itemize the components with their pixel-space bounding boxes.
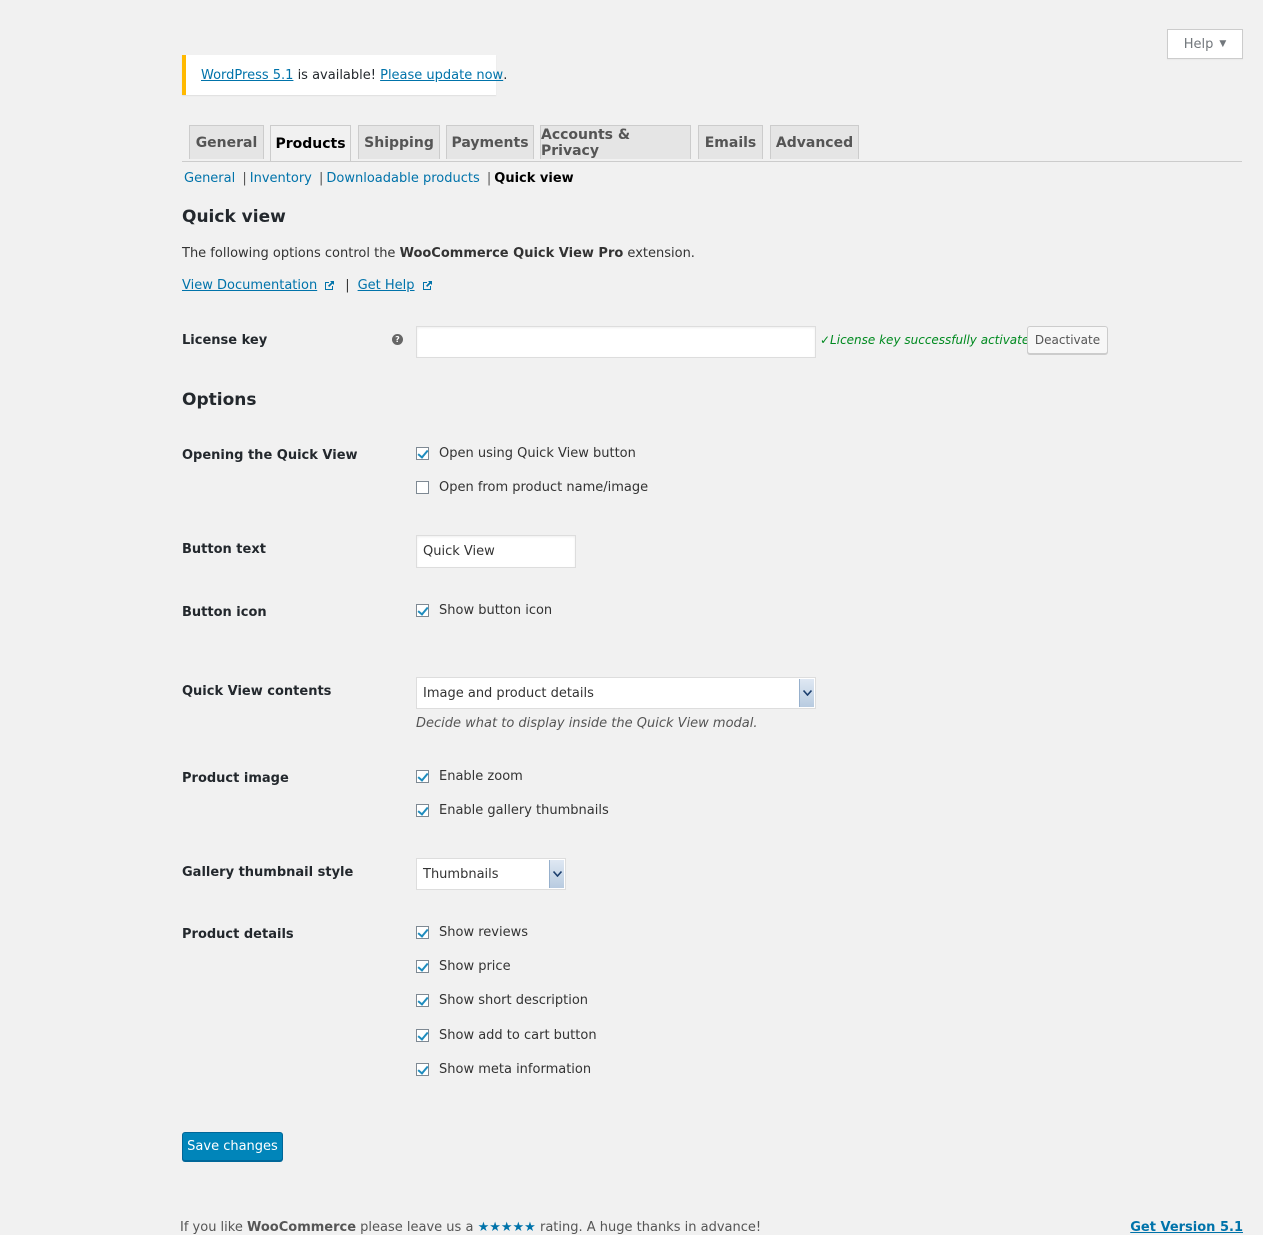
update-notice: WordPress 5.1 is available! Please updat…: [182, 55, 507, 95]
show-price-checkbox[interactable]: [416, 960, 429, 973]
enable-zoom-checkbox[interactable]: [416, 770, 429, 783]
open-name-image-checkbox[interactable]: [416, 481, 429, 494]
open-name-image-label: Open from product name/image: [439, 480, 649, 495]
gallery-thumbnail-style-select[interactable]: Thumbnails: [416, 858, 566, 890]
description-extension-name: WooCommerce Quick View Pro: [399, 246, 624, 261]
show-button-icon-checkbox[interactable]: [416, 604, 429, 617]
show-price-option[interactable]: Show price: [416, 959, 511, 974]
section-subnav: General | Inventory | Downloadable product…: [184, 171, 574, 186]
help-tip-icon[interactable]: ?: [392, 334, 403, 345]
open-button-option[interactable]: Open using Quick View button: [416, 446, 636, 461]
subnav-downloadable-products[interactable]: Downloadable products: [326, 171, 479, 186]
gallery-thumbnail-style-value: Thumbnails: [423, 866, 499, 882]
quick-view-contents-hint: Decide what to display inside the Quick …: [416, 716, 758, 731]
opening-quick-view-label: Opening the Quick View: [182, 448, 358, 463]
quick-view-contents-value: Image and product details: [423, 685, 594, 701]
update-now-link[interactable]: Please update now: [380, 68, 503, 83]
license-key-input[interactable]: [416, 326, 816, 358]
subnav-inventory[interactable]: Inventory: [250, 171, 312, 186]
show-add-to-cart-option[interactable]: Show add to cart button: [416, 1028, 597, 1043]
footer-prefix: If you like: [180, 1220, 247, 1235]
button-icon-label: Button icon: [182, 605, 267, 620]
get-help-link[interactable]: Get Help: [358, 278, 415, 293]
options-title: Options: [182, 390, 257, 410]
rating-stars-link[interactable]: ★★★★★: [478, 1220, 536, 1235]
open-button-checkbox[interactable]: [416, 447, 429, 460]
footer-suffix: rating. A huge thanks in advance!: [535, 1220, 762, 1235]
show-meta-information-option[interactable]: Show meta information: [416, 1062, 591, 1077]
show-short-description-label: Show short description: [439, 993, 589, 1008]
show-short-description-checkbox[interactable]: [416, 994, 429, 1007]
notice-end-text: .: [503, 67, 508, 83]
section-title: Quick view: [182, 207, 286, 227]
open-button-label: Open using Quick View button: [439, 446, 636, 461]
tab-products[interactable]: Products: [270, 125, 351, 161]
show-button-icon-label: Show button icon: [439, 603, 553, 618]
tab-emails[interactable]: Emails: [698, 125, 763, 159]
subnav-separator: |: [242, 171, 247, 186]
description-suffix: extension.: [623, 246, 695, 261]
tab-general[interactable]: General: [189, 125, 264, 159]
button-text-input[interactable]: Quick View: [416, 535, 576, 568]
section-description: The following options control the WooCom…: [182, 246, 695, 261]
show-meta-information-checkbox[interactable]: [416, 1063, 429, 1076]
enable-zoom-option[interactable]: Enable zoom: [416, 769, 523, 784]
documentation-links: View Documentation | Get Help: [182, 278, 433, 293]
enable-gallery-thumbnails-label: Enable gallery thumbnails: [439, 803, 609, 818]
caret-down-icon: ▼: [1219, 39, 1227, 49]
enable-gallery-thumbnails-checkbox[interactable]: [416, 804, 429, 817]
footer-brand: WooCommerce: [246, 1220, 357, 1235]
subnav-quick-view[interactable]: Quick view: [494, 171, 573, 186]
show-button-icon-option[interactable]: Show button icon: [416, 603, 552, 618]
external-link-icon: [422, 281, 432, 290]
save-changes-button[interactable]: Save changes: [182, 1132, 283, 1161]
show-price-label: Show price: [439, 959, 511, 974]
gallery-thumbnail-style-label: Gallery thumbnail style: [182, 865, 354, 880]
license-status-text: ✓License key successfully activated.: [820, 333, 1041, 347]
tab-shipping[interactable]: Shipping: [358, 125, 440, 159]
footer-rating-text: If you like WooCommerce please leave us …: [180, 1220, 761, 1235]
button-text-label: Button text: [182, 542, 266, 557]
tab-payments[interactable]: Payments: [446, 125, 534, 159]
show-reviews-option[interactable]: Show reviews: [416, 925, 528, 940]
show-reviews-checkbox[interactable]: [416, 926, 429, 939]
tab-advanced[interactable]: Advanced: [770, 125, 859, 159]
open-name-image-option[interactable]: Open from product name/image: [416, 480, 648, 495]
subnav-separator: |: [486, 171, 492, 186]
enable-gallery-thumbnails-option[interactable]: Enable gallery thumbnails: [416, 803, 609, 818]
help-tab-label: Help: [1183, 36, 1214, 52]
description-prefix: The following options control the: [182, 246, 400, 261]
product-image-label: Product image: [182, 771, 289, 786]
notice-middle-text: is available!: [293, 67, 381, 83]
chevron-down-icon: [549, 860, 564, 888]
deactivate-button[interactable]: Deactivate: [1027, 326, 1108, 354]
subnav-general[interactable]: General: [184, 171, 235, 186]
subnav-separator: |: [319, 171, 324, 186]
show-add-to-cart-checkbox[interactable]: [416, 1029, 429, 1042]
tab-accounts-privacy[interactable]: Accounts & Privacy: [540, 125, 691, 159]
quick-view-contents-label: Quick View contents: [182, 684, 332, 699]
external-link-icon: [325, 281, 335, 290]
wordpress-version-link[interactable]: WordPress 5.1: [201, 68, 293, 83]
show-reviews-label: Show reviews: [439, 925, 528, 940]
get-version-link[interactable]: Get Version 5.1: [1130, 1220, 1243, 1235]
show-meta-information-label: Show meta information: [439, 1062, 592, 1077]
settings-tabs: General Products Shipping Payments Accou…: [182, 125, 1242, 162]
view-documentation-link[interactable]: View Documentation: [182, 278, 317, 293]
license-key-label: License key: [182, 333, 268, 348]
show-short-description-option[interactable]: Show short description: [416, 993, 588, 1008]
help-tab-button[interactable]: Help ▼: [1167, 29, 1243, 59]
footer-middle: please leave us a: [356, 1220, 478, 1235]
show-add-to-cart-label: Show add to cart button: [439, 1028, 597, 1043]
enable-zoom-label: Enable zoom: [439, 769, 523, 784]
chevron-down-icon: [799, 679, 814, 707]
links-separator: |: [345, 278, 350, 293]
product-details-label: Product details: [182, 927, 294, 942]
quick-view-contents-select[interactable]: Image and product details: [416, 677, 816, 709]
